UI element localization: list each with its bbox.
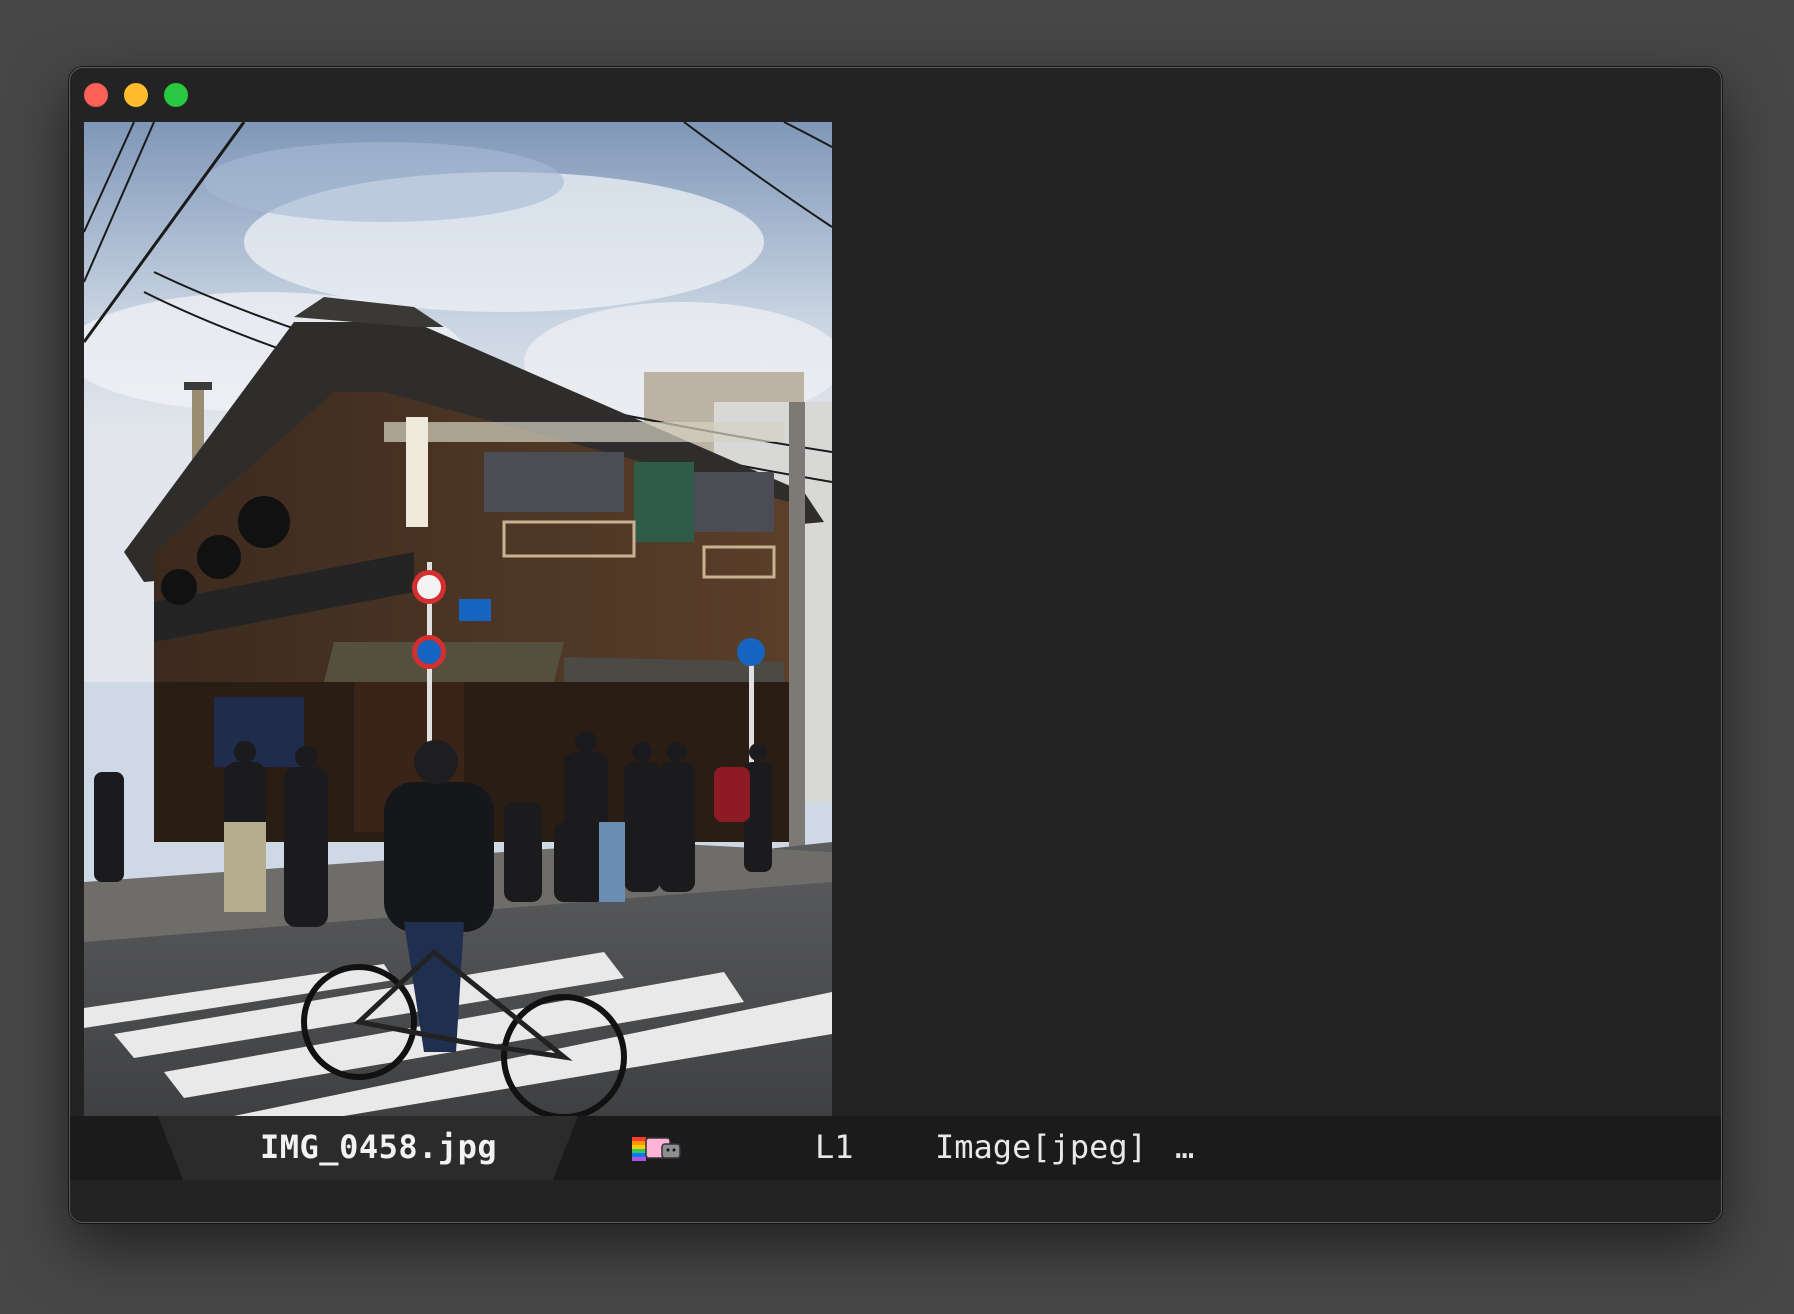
minimize-window-button[interactable] <box>124 83 148 107</box>
close-window-button[interactable] <box>84 83 108 107</box>
mode-line-overflow: … <box>1175 1128 1195 1166</box>
emacs-window: IMG_0458.jpg L1 Image[jpeg] … <box>69 67 1722 1223</box>
major-mode[interactable]: Image[jpeg] <box>935 1128 1147 1166</box>
maximize-window-button[interactable] <box>164 83 188 107</box>
mode-line: IMG_0458.jpg L1 Image[jpeg] … <box>70 1116 1721 1180</box>
buffer-file-name[interactable]: IMG_0458.jpg <box>260 1128 497 1166</box>
nyan-cat-icon <box>632 1137 681 1161</box>
image-view <box>84 122 832 1116</box>
photo-image <box>84 122 832 1116</box>
minibuffer[interactable] <box>70 1180 1721 1222</box>
line-indicator: L1 <box>815 1128 854 1166</box>
window-controls <box>84 83 188 107</box>
